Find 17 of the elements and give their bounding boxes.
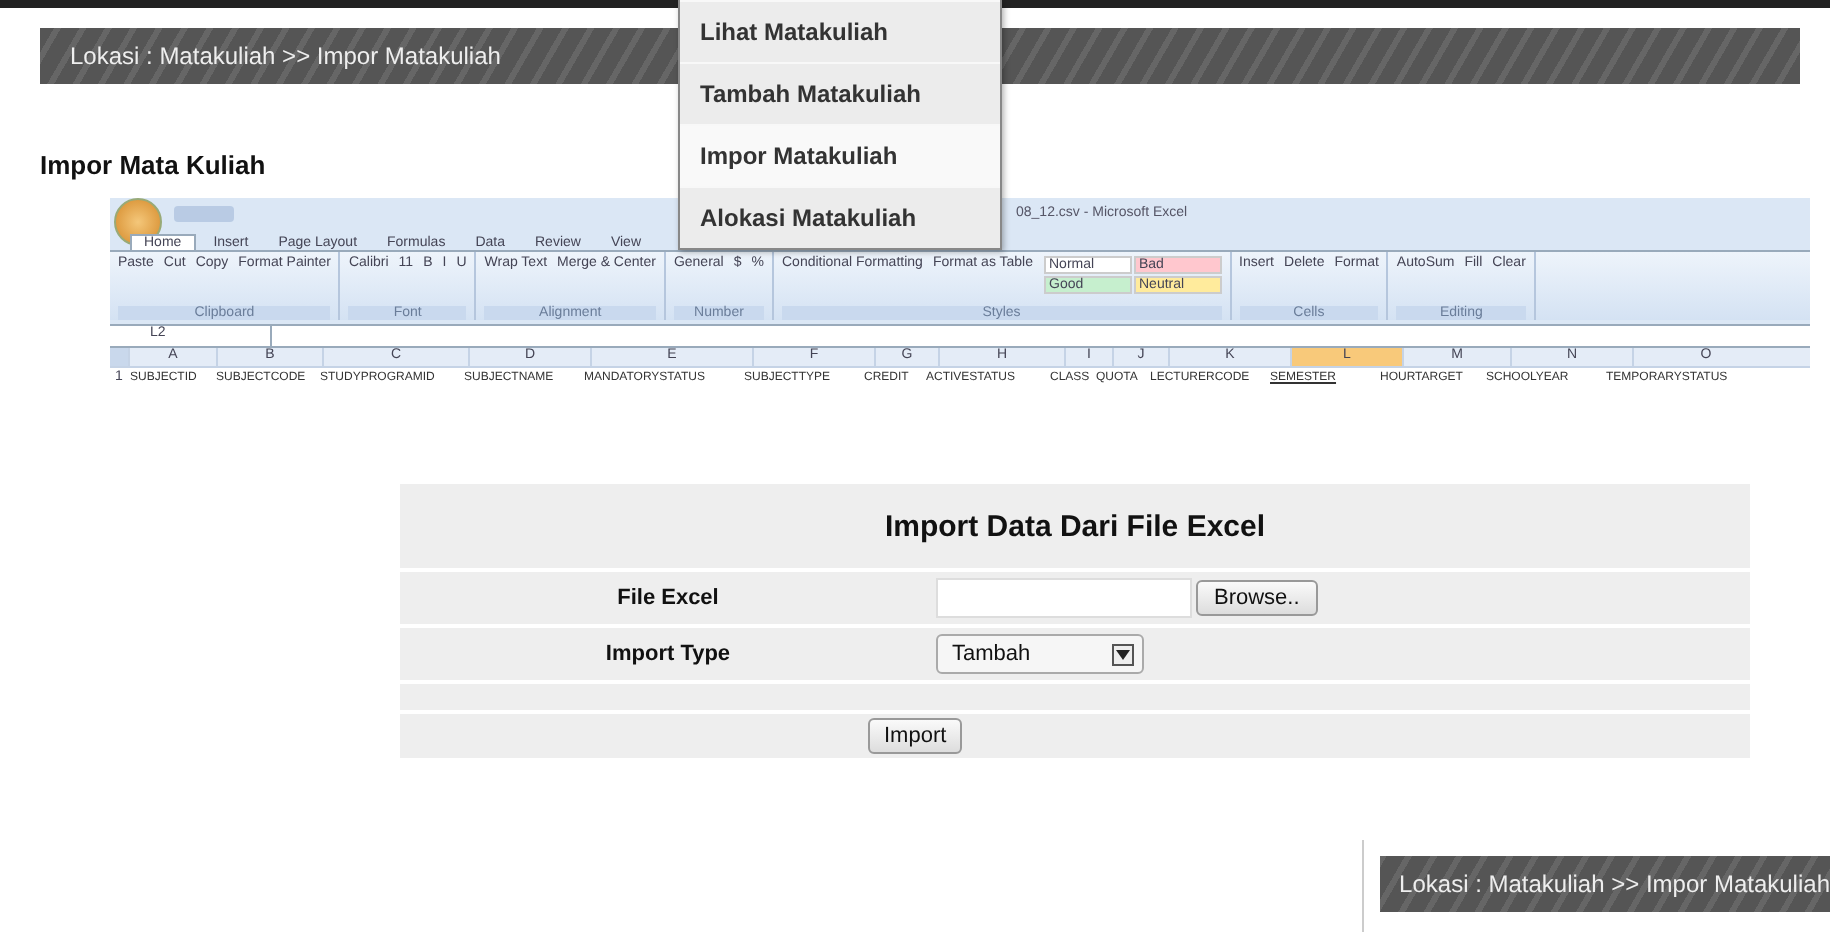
import-type-dropdown[interactable]: Tambah xyxy=(936,634,1144,674)
menu-item[interactable]: Impor Matakuliah xyxy=(680,124,1000,186)
import-button[interactable]: Import xyxy=(868,718,963,754)
select-all-corner[interactable] xyxy=(110,348,128,366)
breadcrumb-text: Lokasi : Matakuliah >> Impor Matakuliah xyxy=(70,42,501,70)
quick-access-icon xyxy=(174,205,234,221)
form-title: Import Data Dari File Excel xyxy=(884,509,1266,543)
menu-item[interactable]: Tambah Matakuliah xyxy=(680,62,1000,124)
breadcrumb-text: Lokasi : Matakuliah >> Impor Matakuliah xyxy=(1399,870,1830,898)
menu-item[interactable]: Alokasi Matakuliah xyxy=(680,186,1000,248)
file-path-field[interactable] xyxy=(936,578,1192,618)
field-label: Import Type xyxy=(603,642,733,666)
menu-item[interactable]: Lihat Matakuliah xyxy=(680,0,1000,62)
page-heading: Impor Mata Kuliah xyxy=(40,150,266,180)
browse-button[interactable]: Browse.. xyxy=(1196,580,1318,616)
dropdown-arrow-icon xyxy=(1112,643,1134,665)
field-label: File Excel xyxy=(615,586,721,610)
